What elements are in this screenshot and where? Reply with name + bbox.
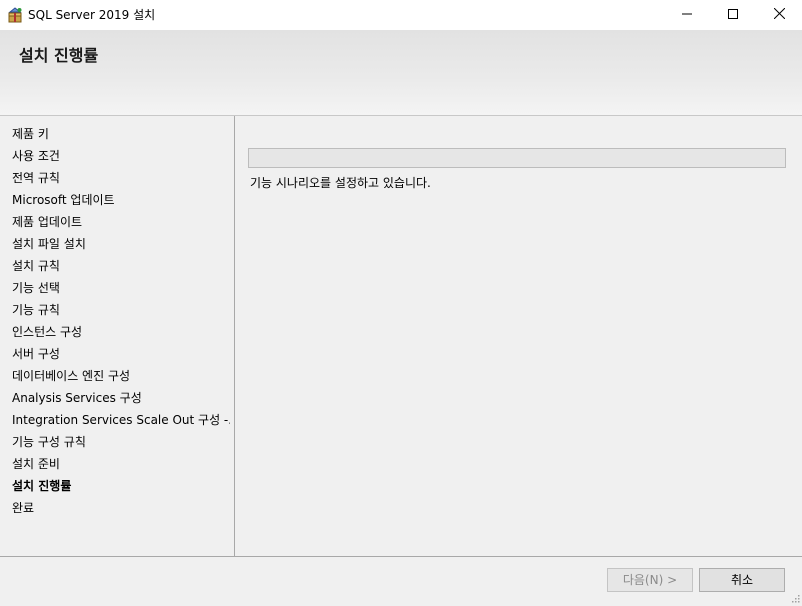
maximize-icon [728,8,738,22]
page-title: 설치 진행률 [19,46,99,65]
nav-step-item: 기능 규칙 [12,303,60,317]
step-navigation: 제품 키사용 조건전역 규칙 Microsoft 업데이트제품 업데이트설치 파일… [0,116,234,556]
nav-step-item: 기능 구성 규칙 [12,435,86,449]
nav-step-item: 설치 규칙 [12,259,60,273]
window-title: SQL Server 2019 설치 [28,8,156,22]
nav-step-item: 서버 구성 [12,347,60,361]
nav-step-item: 설치 파일 설치 [12,237,86,251]
installer-box-icon [7,7,23,23]
footer-bar: 다음(N) > 취소 [0,557,802,604]
nav-step-item: 전역 규칙 [12,171,60,185]
resize-grip-icon[interactable] [790,592,800,603]
nav-step-item: 데이터베이스 엔진 구성 [12,369,131,383]
title-bar[interactable]: SQL Server 2019 설치 [0,0,802,30]
nav-step-item: 설치 진행률 [12,479,72,493]
page-header: 설치 진행률 [0,30,802,116]
next-button[interactable]: 다음(N) > [607,568,693,592]
close-button[interactable] [756,0,802,30]
nav-step-item: 설치 준비 [12,457,60,471]
nav-step-item: 인스턴스 구성 [12,325,83,339]
nav-step-item: 기능 선택 [12,281,60,295]
nav-step-item: Microsoft 업데이트 [12,193,115,207]
nav-step-item: Analysis Services 구성 [12,391,142,405]
progress-bar [248,148,786,168]
minimize-button[interactable] [664,0,710,30]
installer-window: SQL Server 2019 설치 설치 진행률 제품 키사용 조건전역 규칙… [0,0,802,604]
nav-step-item: 완료 [12,501,35,515]
nav-step-item: 제품 업데이트 [12,215,83,229]
main-content: 기능 시나리오를 설정하고 있습니다. [235,116,802,556]
nav-step-item: 제품 키 [12,127,49,141]
cancel-button[interactable]: 취소 [699,568,785,592]
minimize-icon [682,8,692,22]
status-text: 기능 시나리오를 설정하고 있습니다. [250,176,431,190]
nav-step-item: 사용 조건 [12,149,60,163]
nav-step-item: Integration Services Scale Out 구성 -... [12,413,230,427]
close-icon [773,7,785,22]
maximize-button[interactable] [710,0,756,30]
